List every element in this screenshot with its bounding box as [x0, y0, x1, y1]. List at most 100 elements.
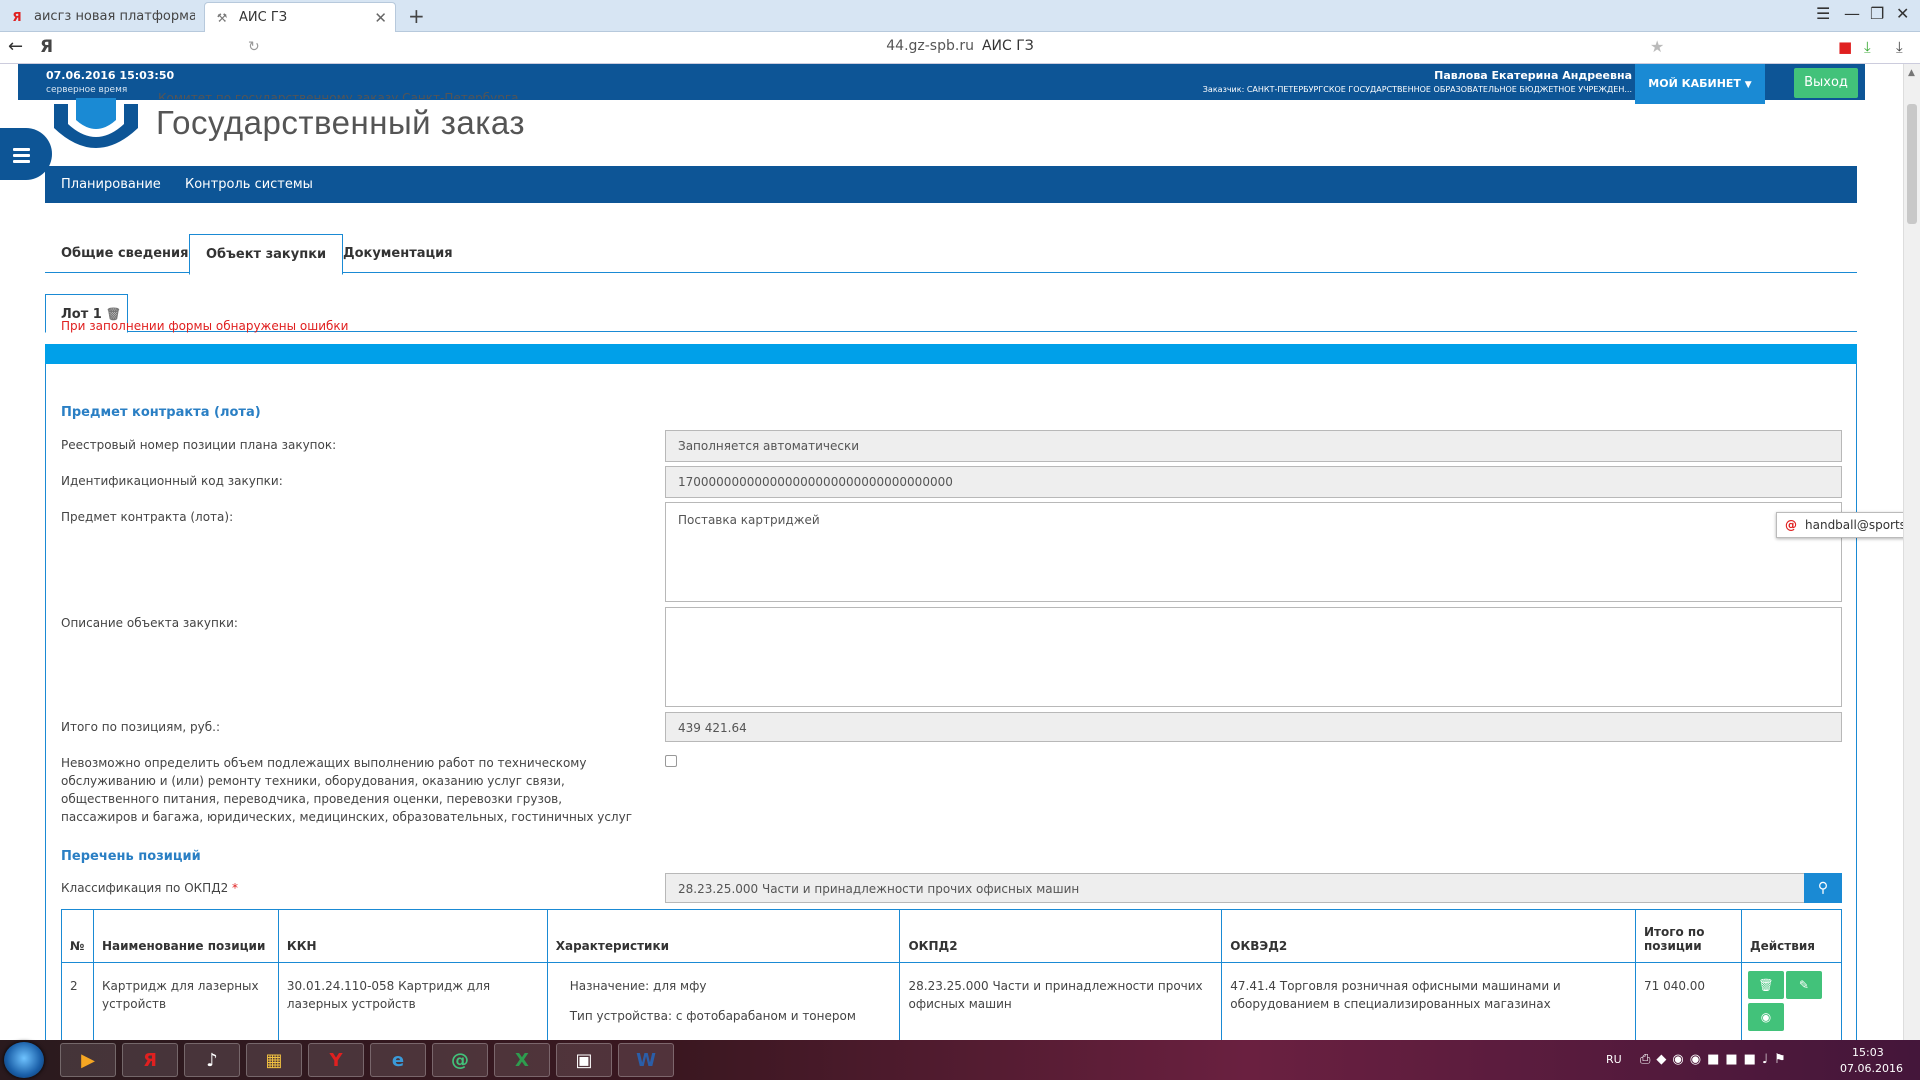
tab-general-info[interactable]: Общие сведения	[45, 234, 204, 274]
trash-icon: 🗑	[1758, 978, 1774, 992]
word-icon[interactable]: W	[618, 1043, 674, 1077]
column-header-actions: Действия	[1740, 909, 1843, 963]
windows-taskbar: ▶ Я ♪ ▦ Y e @ X ▣ W RU ⎙◆◉◉■■■♩⚑ 15:03 0…	[0, 1040, 1920, 1080]
start-button[interactable]	[4, 1042, 44, 1078]
file-explorer-icon[interactable]: ▦	[246, 1043, 302, 1077]
section-title-subject: Предмет контракта (лота)	[61, 405, 261, 420]
description-textarea[interactable]	[665, 607, 1842, 707]
section-title-positions: Перечень позиций	[61, 849, 201, 864]
tab-documentation[interactable]: Документация	[327, 234, 469, 274]
yandex-app-icon[interactable]: Y	[308, 1043, 364, 1077]
yandex-icon: Я	[12, 10, 22, 24]
column-header-name: Наименование позиции	[92, 909, 279, 963]
idcode-label: Идентификационный код закупки:	[61, 474, 283, 488]
total-field: 439 421.64	[665, 712, 1842, 742]
column-header-okpd2: ОКПД2	[899, 909, 1223, 963]
description-label: Описание объекта закупки:	[61, 616, 238, 630]
server-time-label: серверное время	[46, 85, 128, 95]
clock-date[interactable]: 07.06.2016	[1840, 1062, 1903, 1075]
clock-time[interactable]: 15:03	[1852, 1046, 1884, 1059]
scroll-thumb[interactable]	[1907, 104, 1917, 224]
characteristic-device-type: Тип устройства: с фотобарабаном и тонеро…	[569, 1009, 856, 1023]
search-icon: ⚲	[1817, 880, 1829, 896]
server-datetime: 07.06.2016 15:03:50	[46, 69, 175, 82]
email-icon: @	[1785, 518, 1797, 532]
downloads-icon[interactable]: ⤓	[1896, 38, 1903, 56]
restore-button[interactable]: ❐	[1870, 4, 1884, 23]
new-tab-button[interactable]: +	[408, 3, 425, 29]
menu-icon[interactable]: ☰	[1816, 4, 1830, 23]
column-header-kkn: ККН	[277, 909, 548, 963]
address-bar: ← Я ↻ 44.gz-spb.ru АИС ГЗ ★ ■ ⤓ ⤓	[0, 32, 1920, 64]
okpd-label-text: Классификация по ОКПД2	[61, 881, 229, 895]
internet-explorer-icon[interactable]: e	[370, 1043, 426, 1077]
brand-title: Государственный заказ	[156, 104, 526, 141]
impossible-volume-checkbox[interactable]	[665, 755, 677, 767]
form-error-message: При заполнении формы обнаружены ошибки	[61, 319, 349, 333]
extension-icon[interactable]: ■	[1838, 38, 1852, 56]
mail-agent-icon[interactable]: @	[432, 1043, 488, 1077]
tab-procurement-object[interactable]: Объект закупки	[189, 234, 344, 275]
cell-characteristics: Назначение: для мфу Тип устройства: с фо…	[546, 962, 901, 1050]
column-header-characteristics: Характеристики	[546, 909, 901, 963]
browser-tabbar: Я аисгз новая платформа — Яндекс ⚒ АИС Г…	[0, 0, 1920, 32]
bookmark-star-icon[interactable]: ★	[1650, 37, 1664, 56]
cell-name: Картридж для лазерных устройств	[92, 962, 279, 1050]
main-nav: Планирование Контроль системы	[45, 166, 1857, 203]
language-indicator[interactable]: RU	[1606, 1053, 1622, 1066]
exit-button[interactable]: Выход	[1794, 68, 1858, 98]
view-button[interactable]: ◉	[1747, 1003, 1784, 1031]
registry-label: Реестровый номер позиции плана закупок:	[61, 438, 337, 452]
yandex-browser-icon[interactable]: Я	[122, 1043, 178, 1077]
table-row: 2 Картридж для лазерных устройств 30.01.…	[61, 962, 1843, 1050]
tools-icon: ⚒	[216, 11, 228, 25]
okpd-label: Классификация по ОКПД2 *	[61, 879, 238, 897]
nav-item-planning[interactable]: Планирование	[61, 177, 161, 192]
autofill-tooltip[interactable]: @ handball@sportschool	[1776, 512, 1906, 538]
form-tabs: Общие сведения Объект закупки Документац…	[45, 234, 1857, 275]
media-player-icon[interactable]: ▶	[60, 1043, 116, 1077]
url-field[interactable]: 44.gz-spb.ru АИС ГЗ	[0, 38, 1920, 54]
okpd-field[interactable]: 28.23.25.000 Части и принадлежности проч…	[665, 873, 1805, 903]
logo-icon	[54, 98, 138, 148]
procurement-id-field: 170000000000000000000000000000000000	[665, 466, 1842, 498]
url-domain: 44.gz-spb.ru	[886, 38, 974, 54]
cell-total: 71 040.00	[1634, 962, 1742, 1050]
speaker-app-icon[interactable]: ♪	[184, 1043, 240, 1077]
delete-button[interactable]: 🗑	[1747, 971, 1784, 999]
browser-tab-ais[interactable]: ⚒ АИС ГЗ ✕	[204, 2, 396, 32]
scroll-up-icon[interactable]: ▲	[1908, 68, 1915, 78]
cell-number: 2	[61, 962, 94, 1050]
cell-okpd2: 28.23.25.000 Части и принадлежности проч…	[899, 962, 1223, 1050]
page-scrollbar[interactable]: ▲	[1903, 64, 1920, 1040]
table-header-row: № Наименование позиции ККН Характеристик…	[61, 909, 1843, 963]
remote-desktop-icon[interactable]: ▣	[556, 1043, 612, 1077]
eye-icon: ◉	[1760, 1010, 1772, 1024]
tray-icons[interactable]: ⎙◆◉◉■■■♩⚑	[1640, 1052, 1792, 1067]
edit-button[interactable]: ✎	[1785, 971, 1822, 999]
download-extension-icon[interactable]: ⤓	[1864, 38, 1871, 56]
my-cabinet-label: МОЙ КАБИНЕТ	[1648, 77, 1741, 90]
edit-icon: ✎	[1798, 978, 1809, 992]
positions-table: № Наименование позиции ККН Характеристик…	[61, 909, 1843, 1050]
required-mark: *	[232, 881, 239, 895]
search-button[interactable]: ⚲	[1804, 873, 1842, 903]
customer-name: Заказчик: САНКТ-ПЕТЕРБУРГСКОЕ ГОСУДАРСТВ…	[1202, 85, 1632, 94]
nav-item-system-control[interactable]: Контроль системы	[185, 177, 313, 192]
total-label: Итого по позициям, руб.:	[61, 720, 220, 734]
column-header-total: Итого по позиции	[1634, 909, 1742, 963]
close-tab-icon[interactable]: ✕	[374, 3, 387, 32]
subject-label: Предмет контракта (лота):	[61, 510, 234, 524]
excel-icon[interactable]: X	[494, 1043, 550, 1077]
minimize-button[interactable]: —	[1844, 4, 1860, 23]
cell-okved2: 47.41.4 Торговля розничная офисными маши…	[1221, 962, 1636, 1050]
my-cabinet-button[interactable]: МОЙ КАБИНЕТ ▼	[1635, 64, 1765, 104]
contract-subject-textarea[interactable]: Поставка картриджей	[665, 502, 1842, 602]
browser-tab-yandex[interactable]: Я аисгз новая платформа — Яндекс	[0, 2, 195, 32]
close-window-button[interactable]: ✕	[1896, 4, 1909, 23]
cell-kkn: 30.01.24.110-058 Картридж для лазерных у…	[277, 962, 548, 1050]
browser-tab-label: АИС ГЗ	[239, 10, 288, 25]
section-header-bar	[45, 344, 1857, 364]
column-header-number: №	[61, 909, 94, 963]
impossible-volume-label: Невозможно определить объем подлежащих в…	[61, 756, 633, 824]
